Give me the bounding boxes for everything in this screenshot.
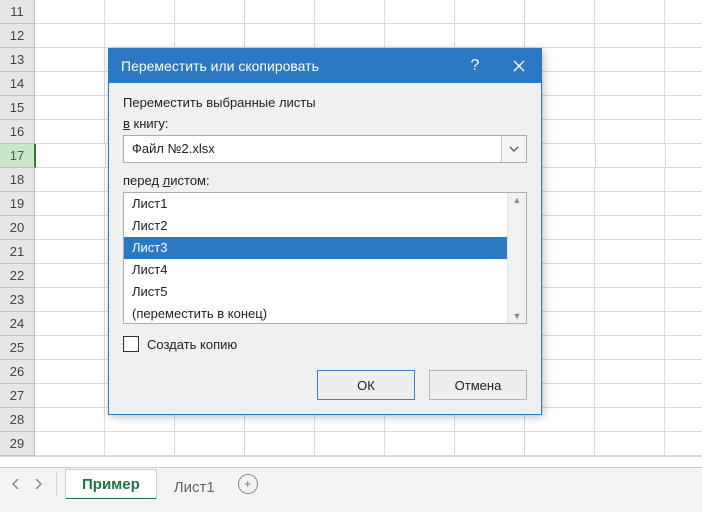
row-header[interactable]: 12: [0, 24, 35, 48]
dialog-body: Переместить выбранные листы в книгу: Фай…: [109, 83, 541, 414]
ok-button[interactable]: ОК: [317, 370, 415, 400]
create-copy-row: Создать копию: [123, 336, 527, 352]
row-header[interactable]: 23: [0, 288, 35, 312]
scroll-down-icon: ▼: [513, 311, 522, 321]
row-header[interactable]: 19: [0, 192, 35, 216]
row-header[interactable]: 26: [0, 360, 35, 384]
grid-row: 11: [0, 0, 702, 24]
row-header[interactable]: 29: [0, 432, 35, 456]
listbox-scrollbar[interactable]: ▲ ▼: [507, 193, 526, 323]
grid-row: 12: [0, 24, 702, 48]
row-header[interactable]: 11: [0, 0, 35, 24]
book-combo[interactable]: Файл №2.xlsx: [123, 135, 527, 163]
move-or-copy-dialog: Переместить или скопировать ? Переместит…: [108, 48, 542, 415]
sheet-tab[interactable]: Пример: [65, 469, 157, 501]
row-header[interactable]: 24: [0, 312, 35, 336]
status-strip: [0, 499, 702, 512]
row-cells[interactable]: [35, 24, 702, 48]
create-copy-checkbox[interactable]: [123, 336, 139, 352]
sheet-listbox-items: Лист1Лист2Лист3Лист4Лист5(переместить в …: [124, 193, 507, 323]
list-item[interactable]: Лист4: [124, 259, 507, 281]
scroll-up-icon: ▲: [513, 195, 522, 205]
row-header[interactable]: 28: [0, 408, 35, 432]
tab-nav-next-icon[interactable]: [28, 473, 48, 495]
row-header[interactable]: 15: [0, 96, 35, 120]
book-combo-value: Файл №2.xlsx: [124, 136, 501, 162]
row-header[interactable]: 27: [0, 384, 35, 408]
list-item[interactable]: Лист2: [124, 215, 507, 237]
help-icon: ?: [471, 57, 480, 75]
book-label: в книгу:: [123, 116, 527, 131]
cancel-button[interactable]: Отмена: [429, 370, 527, 400]
tab-nav-prev-icon[interactable]: [6, 473, 26, 495]
row-header[interactable]: 21: [0, 240, 35, 264]
ok-button-label: ОК: [357, 378, 375, 393]
dialog-title: Переместить или скопировать: [121, 58, 453, 74]
dialog-buttons: ОК Отмена: [123, 370, 527, 400]
create-copy-label: Создать копию: [147, 337, 237, 352]
list-item[interactable]: Лист5: [124, 281, 507, 303]
add-sheet-button[interactable]: +: [232, 468, 264, 500]
row-header[interactable]: 16: [0, 120, 35, 144]
list-item[interactable]: Лист1: [124, 193, 507, 215]
tab-separator: [56, 472, 63, 496]
row-header[interactable]: 25: [0, 336, 35, 360]
list-item[interactable]: Лист3: [124, 237, 507, 259]
row-cells[interactable]: [35, 0, 702, 24]
list-item[interactable]: (переместить в конец): [124, 303, 507, 323]
row-cells[interactable]: [35, 432, 702, 456]
help-button[interactable]: ?: [453, 49, 497, 83]
close-icon: [513, 60, 525, 72]
chevron-down-icon: [509, 146, 519, 152]
book-combo-button[interactable]: [501, 136, 526, 162]
sheet-tabs: ПримерЛист1: [65, 468, 232, 500]
dialog-instruction: Переместить выбранные листы: [123, 95, 527, 110]
grid-row: 29: [0, 432, 702, 456]
row-header[interactable]: 20: [0, 216, 35, 240]
row-header[interactable]: 14: [0, 72, 35, 96]
sheet-tab[interactable]: Лист1: [157, 472, 232, 501]
plus-icon: +: [238, 474, 258, 494]
dialog-titlebar[interactable]: Переместить или скопировать ?: [109, 49, 541, 83]
sheet-tab-bar: ПримерЛист1 +: [0, 467, 702, 500]
row-header[interactable]: 13: [0, 48, 35, 72]
row-header[interactable]: 22: [0, 264, 35, 288]
close-button[interactable]: [497, 49, 541, 83]
row-header[interactable]: 18: [0, 168, 35, 192]
tab-nav: [0, 468, 54, 500]
sheet-listbox[interactable]: Лист1Лист2Лист3Лист4Лист5(переместить в …: [123, 192, 527, 324]
cancel-button-label: Отмена: [455, 378, 502, 393]
before-label: перед листом:: [123, 173, 527, 188]
row-header[interactable]: 17: [0, 144, 36, 168]
